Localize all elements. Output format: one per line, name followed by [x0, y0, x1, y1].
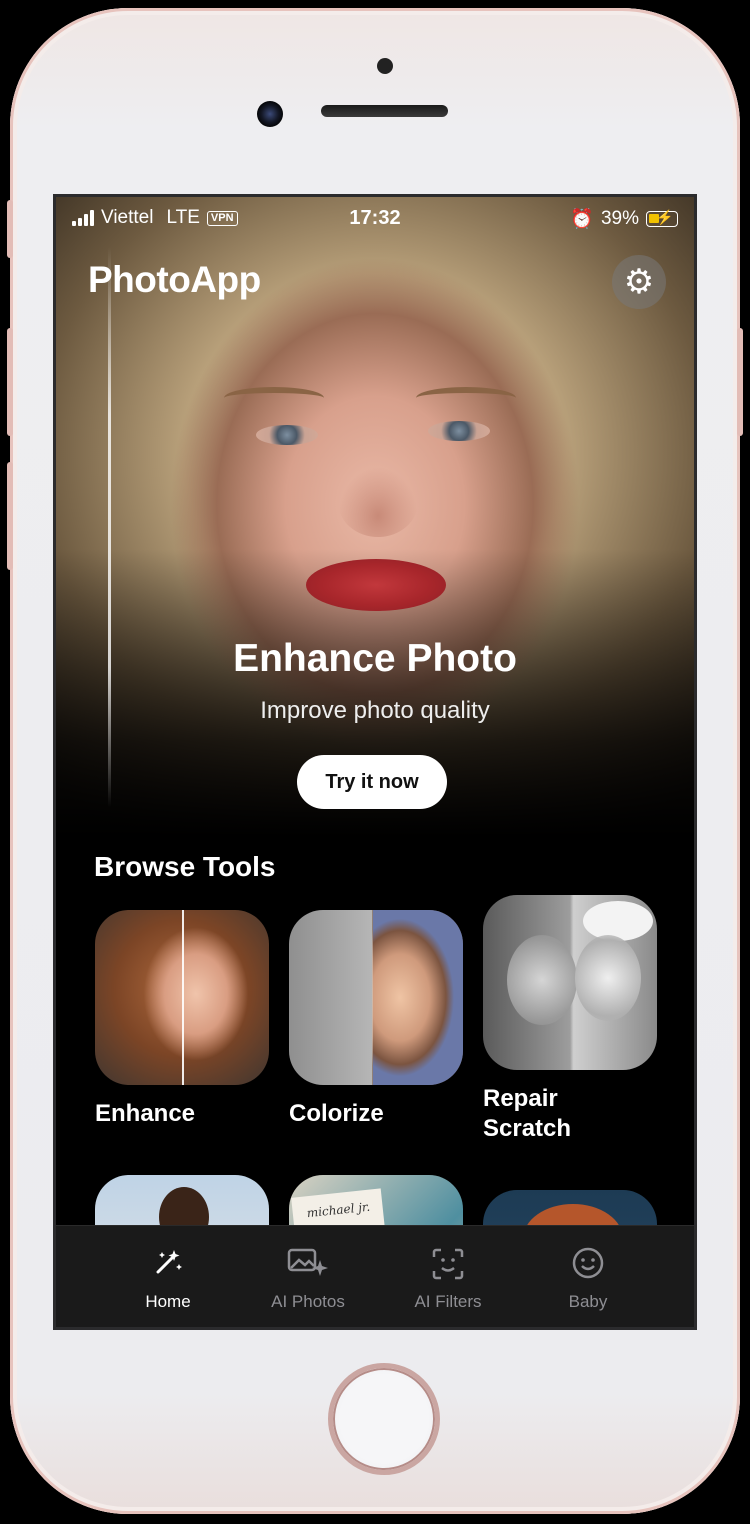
- tab-label: AI Filters: [414, 1292, 482, 1311]
- home-button[interactable]: [328, 1363, 440, 1475]
- tool-enhance[interactable]: Enhance: [95, 910, 269, 1129]
- tool-thumbnail: [95, 910, 269, 1085]
- mute-switch[interactable]: [7, 200, 13, 258]
- gear-icon: ⚙: [623, 263, 655, 301]
- bottom-tab-bar: Home AI Photos AI Filters Baby: [56, 1225, 694, 1327]
- proximity-sensor: [377, 58, 393, 74]
- tool-label: Enhance: [95, 1100, 196, 1127]
- hero-image-detail: [338, 467, 418, 537]
- hero-image-detail: [306, 559, 446, 611]
- tab-ai-filters[interactable]: AI Filters: [378, 1226, 518, 1327]
- settings-button[interactable]: ⚙: [612, 255, 666, 309]
- tool-label: Repair Scratch: [483, 1085, 572, 1142]
- smiley-icon: [518, 1246, 658, 1282]
- tool-label: Colorize: [289, 1100, 384, 1127]
- battery-percent: 39%: [600, 208, 639, 229]
- hero-image-detail: [416, 387, 516, 409]
- try-it-now-button[interactable]: Try it now: [297, 755, 447, 809]
- tool-repair-scratch[interactable]: Repair Scratch: [483, 895, 657, 1144]
- app-title: PhotoApp: [88, 259, 261, 300]
- tab-label: AI Photos: [271, 1292, 345, 1311]
- tool-thumbnail: [289, 910, 463, 1085]
- hero-image-detail: [224, 387, 324, 409]
- front-camera: [257, 101, 283, 127]
- browse-tools-heading: Browse Tools: [94, 851, 276, 882]
- hero-image-detail: [256, 425, 318, 445]
- tool-thumbnail: [483, 895, 657, 1070]
- volume-down-button[interactable]: [7, 462, 13, 570]
- hero-subtitle: Improve photo quality: [260, 697, 490, 724]
- magic-wand-icon: [98, 1246, 238, 1282]
- earpiece-speaker: [321, 105, 448, 117]
- tab-baby[interactable]: Baby: [518, 1226, 658, 1327]
- ai-photos-icon: [238, 1246, 378, 1282]
- power-button[interactable]: [737, 328, 743, 436]
- alarm-icon: ⏰: [570, 209, 594, 230]
- volume-up-button[interactable]: [7, 328, 13, 436]
- battery-icon: ⚡: [646, 209, 678, 227]
- hero-title: Enhance Photo: [233, 637, 517, 680]
- hero-image-detail: [428, 421, 490, 441]
- status-bar: Viettel LTE VPN 17:32 ⏰ 39% ⚡: [56, 197, 694, 241]
- tab-label: Baby: [568, 1292, 608, 1311]
- tab-home[interactable]: Home: [98, 1226, 238, 1327]
- tool-colorize[interactable]: Colorize: [289, 910, 463, 1129]
- face-scan-icon: [378, 1246, 518, 1282]
- tab-label: Home: [145, 1292, 191, 1311]
- tab-ai-photos[interactable]: AI Photos: [238, 1226, 378, 1327]
- screen: Viettel LTE VPN 17:32 ⏰ 39% ⚡ PhotoApp ⚙…: [53, 194, 697, 1330]
